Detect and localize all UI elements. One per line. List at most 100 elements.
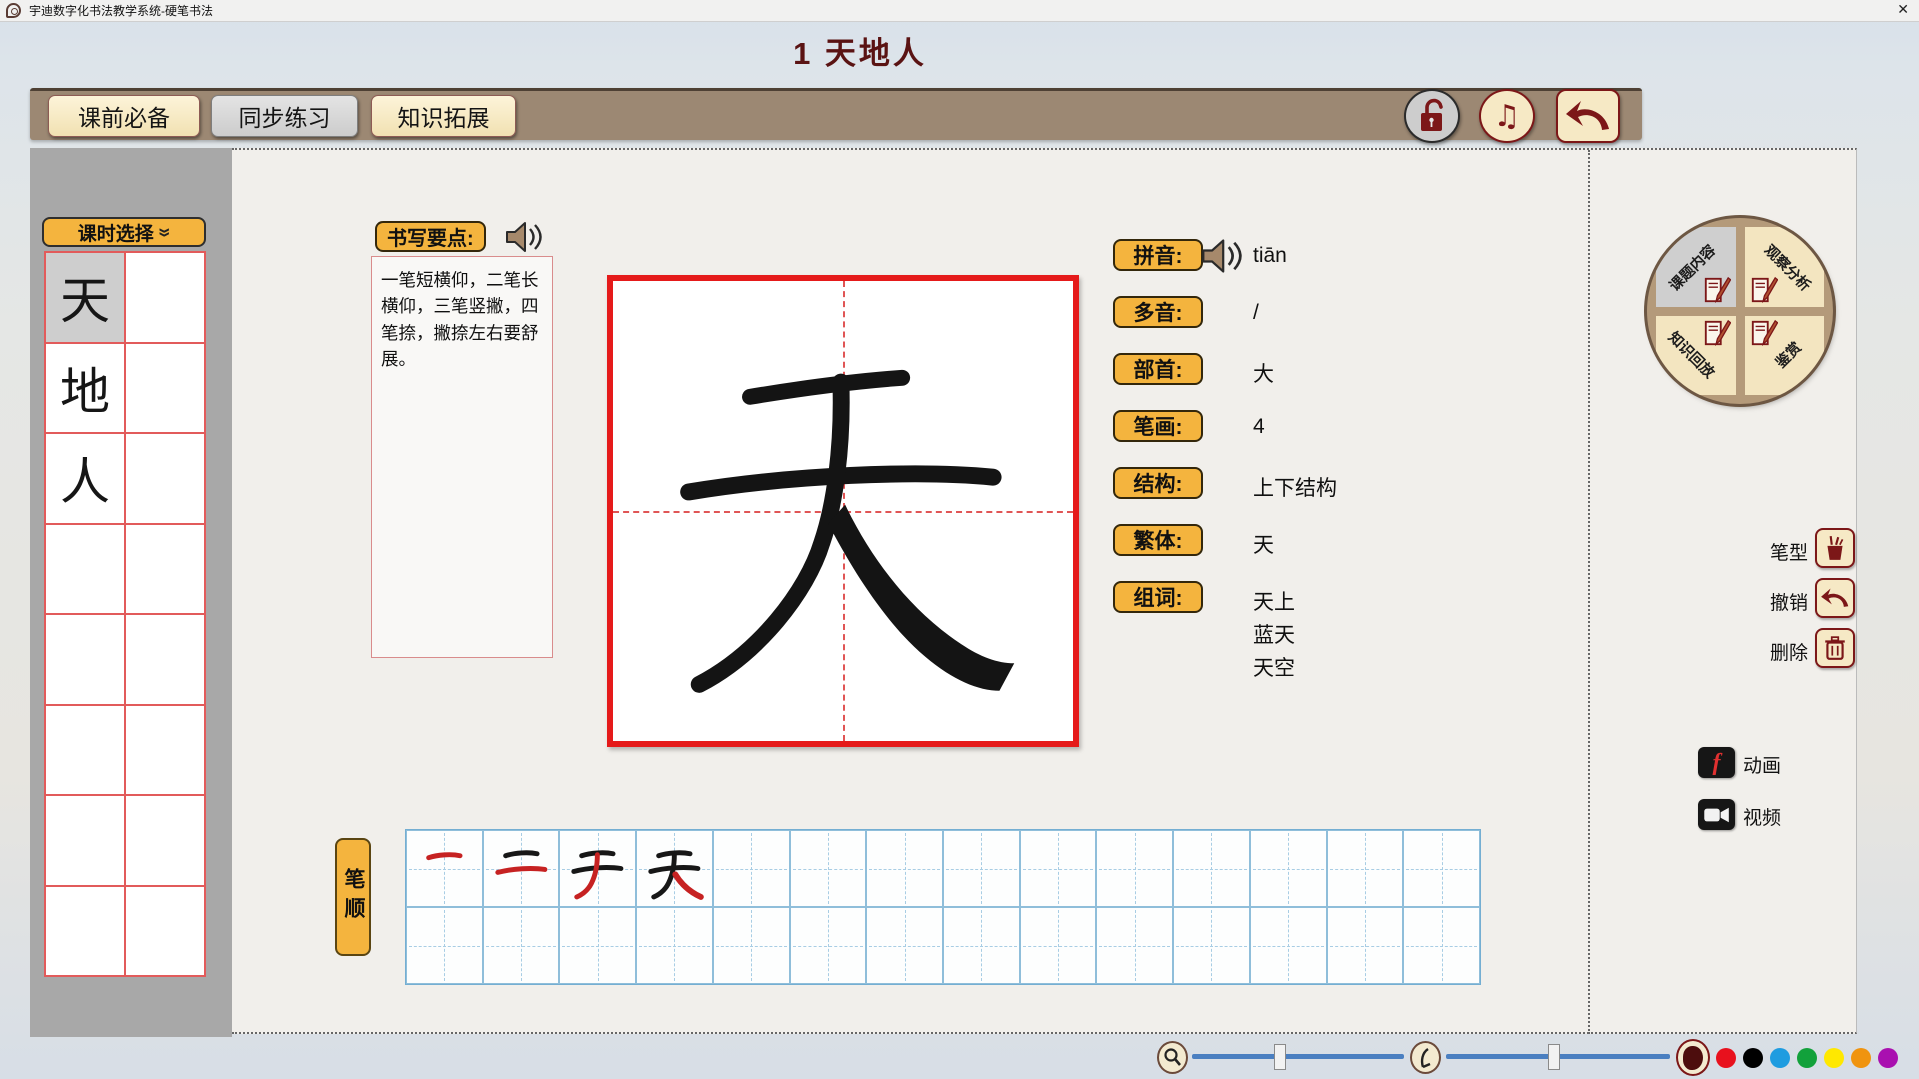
character-display-box: [607, 275, 1079, 747]
pen-width-slider-handle[interactable]: [1548, 1044, 1560, 1070]
module-lesson-content[interactable]: 课题内容: [1656, 227, 1736, 307]
module-appreciation[interactable]: 鉴赏: [1745, 316, 1825, 396]
zoom-slider-track[interactable]: [1192, 1054, 1404, 1059]
stroke-grid-cell: [713, 830, 790, 907]
doc-pencil-icon: [1750, 275, 1778, 305]
close-icon[interactable]: ✕: [1897, 1, 1909, 18]
lesson-cell[interactable]: [45, 705, 125, 796]
lesson-cell[interactable]: [45, 524, 125, 615]
module-wheel-menu: 课题内容 观察分析 知识回放 鉴赏: [1647, 218, 1833, 404]
lesson-cell[interactable]: [125, 252, 205, 343]
stroke-order-tab[interactable]: 笔顺: [335, 838, 371, 956]
word-item: 天空: [1253, 652, 1295, 682]
field-label-strokes: 笔画:: [1113, 410, 1203, 442]
delete-button[interactable]: [1815, 628, 1855, 668]
stroke-grid-cell: [1096, 830, 1173, 907]
video-button[interactable]: [1698, 799, 1735, 830]
video-label: 视频: [1743, 803, 1781, 830]
pen-holder-icon: [1822, 534, 1848, 562]
music-button[interactable]: ♫: [1479, 89, 1535, 143]
color-swatch[interactable]: [1824, 1048, 1844, 1068]
word-item: 天上: [1253, 586, 1295, 616]
pen-width-button[interactable]: [1410, 1041, 1441, 1074]
stroke-grid-cell: [636, 830, 713, 907]
lesson-cell[interactable]: [125, 343, 205, 434]
speaker-icon: [504, 220, 542, 254]
field-label-radical: 部首:: [1113, 353, 1203, 385]
color-swatch[interactable]: [1716, 1048, 1736, 1068]
stroke-grid-cell: [406, 907, 483, 984]
lesson-cell[interactable]: [125, 795, 205, 886]
zoom-slider-handle[interactable]: [1274, 1044, 1286, 1070]
writing-tips-label: 书写要点:: [375, 221, 486, 252]
window-titlebar: 宇迪数字化书法教学系统-硬笔书法 ✕: [0, 0, 1919, 22]
stroke-step-4: [640, 834, 709, 903]
color-swatch[interactable]: [1878, 1048, 1898, 1068]
magnifier-icon: [1162, 1046, 1184, 1070]
module-knowledge-replay[interactable]: 知识回放: [1656, 316, 1736, 396]
lesson-select-label: 课时选择: [78, 219, 154, 246]
tips-audio-button[interactable]: [504, 220, 542, 254]
stroke-grid-cell: [1250, 830, 1327, 907]
color-swatch[interactable]: [1743, 1048, 1763, 1068]
stroke-grid-cell: [1173, 830, 1250, 907]
window-title: 宇迪数字化书法教学系统-硬笔书法: [29, 2, 213, 19]
field-label-words: 组词:: [1113, 581, 1203, 613]
stroke-grid-cell: [943, 907, 1020, 984]
unlock-button[interactable]: [1404, 89, 1460, 143]
field-value-structure: 上下结构: [1253, 472, 1337, 502]
page-title: 1 天地人: [600, 28, 1120, 73]
lesson-cell[interactable]: [45, 614, 125, 705]
undo-button[interactable]: [1815, 578, 1855, 618]
current-color-indicator: [1676, 1039, 1710, 1076]
pen-type-label: 笔型: [1756, 538, 1808, 565]
stroke-grid-cell: [943, 830, 1020, 907]
doc-pencil-icon: [1750, 318, 1778, 348]
module-observe-analyze[interactable]: 观察分析: [1745, 227, 1825, 307]
tab-pre-class[interactable]: 课前必备: [48, 95, 200, 137]
field-value-strokes: 4: [1253, 415, 1265, 439]
trash-icon: [1823, 635, 1847, 661]
lesson-cell[interactable]: [45, 886, 125, 977]
flash-icon: f: [1713, 751, 1721, 775]
color-swatch[interactable]: [1797, 1048, 1817, 1068]
animation-button[interactable]: f: [1698, 747, 1735, 778]
pinyin-audio-button[interactable]: [1200, 237, 1242, 275]
lesson-cell[interactable]: 地: [45, 343, 125, 434]
field-label-traditional: 繁体:: [1113, 524, 1203, 556]
return-arrow-icon: [1565, 97, 1611, 135]
lesson-cell[interactable]: 天: [45, 252, 125, 343]
undo-arrow-icon: [1820, 586, 1850, 610]
lesson-cell[interactable]: [45, 795, 125, 886]
lesson-cell[interactable]: [125, 886, 205, 977]
video-camera-icon: [1703, 805, 1731, 825]
stroke-step-1: [410, 834, 479, 903]
doc-pencil-icon: [1703, 318, 1731, 348]
stroke-grid-cell: [483, 907, 560, 984]
stroke-grid-cell: [1250, 907, 1327, 984]
lesson-cell[interactable]: [125, 614, 205, 705]
tab-sync-practice[interactable]: 同步练习: [211, 95, 358, 137]
stroke-grid-cell: [1020, 830, 1097, 907]
stroke-grid-cell: [1173, 907, 1250, 984]
lesson-cell[interactable]: [125, 705, 205, 796]
lesson-select-dropdown[interactable]: 课时选择 »: [42, 217, 206, 247]
stroke-grid-cell: [1403, 907, 1480, 984]
pen-icon: [1415, 1046, 1437, 1070]
return-button[interactable]: [1556, 89, 1620, 143]
color-swatch[interactable]: [1851, 1048, 1871, 1068]
lesson-cell[interactable]: 人: [45, 433, 125, 524]
pen-type-button[interactable]: [1815, 528, 1855, 568]
tab-knowledge[interactable]: 知识拓展: [371, 95, 516, 137]
stroke-grid-cell: [866, 830, 943, 907]
color-swatch[interactable]: [1770, 1048, 1790, 1068]
panel-divider: [1588, 150, 1590, 1034]
field-value-traditional: 天: [1253, 529, 1274, 559]
app-logo-icon: [6, 3, 21, 18]
delete-label: 删除: [1756, 638, 1808, 665]
stroke-step-3: [563, 834, 632, 903]
unlock-icon: [1415, 97, 1449, 135]
lesson-cell[interactable]: [125, 433, 205, 524]
zoom-button[interactable]: [1157, 1041, 1188, 1074]
lesson-cell[interactable]: [125, 524, 205, 615]
